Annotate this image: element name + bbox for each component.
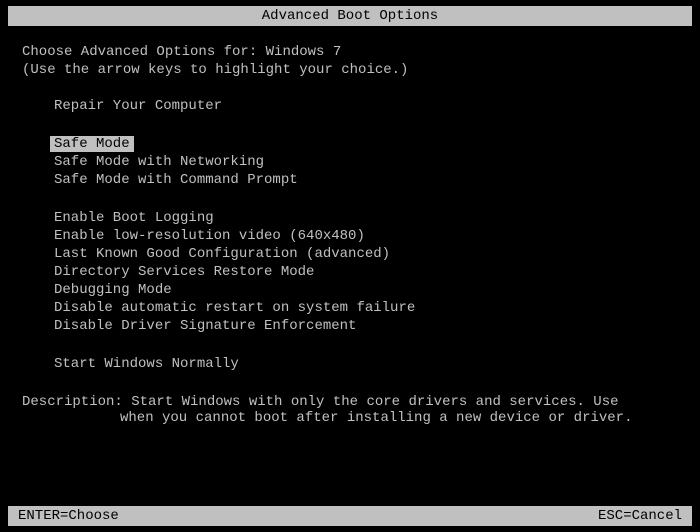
option-safe-mode-cmd[interactable]: Safe Mode with Command Prompt: [50, 172, 302, 188]
footer-bar: ENTER=Choose ESC=Cancel: [8, 506, 692, 526]
option-disable-auto-restart[interactable]: Disable automatic restart on system fail…: [50, 300, 419, 316]
option-safe-mode[interactable]: Safe Mode: [50, 136, 134, 152]
option-low-res-video[interactable]: Enable low-resolution video (640x480): [50, 228, 369, 244]
option-list: Repair Your Computer Safe Mode Safe Mode w…: [22, 98, 678, 374]
option-safe-mode-networking[interactable]: Safe Mode with Networking: [50, 154, 268, 170]
os-name: Windows 7: [266, 44, 342, 60]
option-debugging-mode[interactable]: Debugging Mode: [50, 282, 176, 298]
title-text: Advanced Boot Options: [262, 8, 438, 24]
description-line1: Description: Start Windows with only the…: [22, 394, 678, 410]
option-last-known-good[interactable]: Last Known Good Configuration (advanced): [50, 246, 394, 262]
description-line2: when you cannot boot after installing a …: [22, 410, 678, 426]
description-block: Description: Start Windows with only the…: [22, 394, 678, 426]
footer-esc[interactable]: ESC=Cancel: [598, 508, 682, 524]
content-area: Choose Advanced Options for: Windows 7 (…: [0, 26, 700, 426]
choose-line: Choose Advanced Options for: Windows 7: [22, 44, 678, 60]
description-label: Description:: [22, 394, 131, 410]
option-repair-computer[interactable]: Repair Your Computer: [50, 98, 226, 114]
option-disable-driver-sig[interactable]: Disable Driver Signature Enforcement: [50, 318, 360, 334]
title-bar: Advanced Boot Options: [8, 6, 692, 26]
option-enable-boot-logging[interactable]: Enable Boot Logging: [50, 210, 218, 226]
option-directory-services-restore[interactable]: Directory Services Restore Mode: [50, 264, 318, 280]
description-text1: Start Windows with only the core drivers…: [131, 394, 618, 410]
option-spacer: [50, 190, 678, 210]
choose-prefix: Choose Advanced Options for:: [22, 44, 266, 60]
option-spacer: [50, 116, 678, 136]
option-spacer: [50, 336, 678, 356]
hint-line: (Use the arrow keys to highlight your ch…: [22, 62, 678, 78]
footer-enter[interactable]: ENTER=Choose: [18, 508, 119, 524]
option-start-normally[interactable]: Start Windows Normally: [50, 356, 243, 372]
